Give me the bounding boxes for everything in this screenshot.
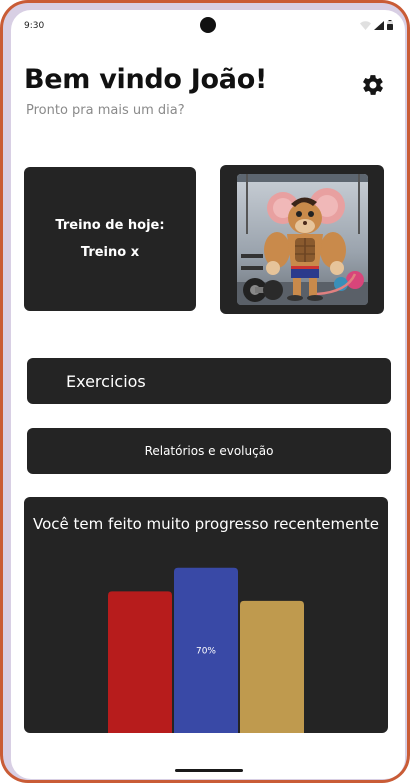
status-time: 9:30 <box>24 21 45 31</box>
reports-button[interactable]: Relatórios e evolução <box>27 428 391 474</box>
today-workout-name: Treino x <box>80 245 140 260</box>
home-indicator[interactable] <box>175 769 243 772</box>
device-bezel: 9:30 Bem vindo João! Pronto pra mais um … <box>3 3 407 780</box>
progress-chart-card: Você tem feito muito progresso recenteme… <box>24 497 388 733</box>
chart-bar-1 <box>108 591 172 733</box>
today-label: Treino de hoje: <box>55 218 165 233</box>
status-icons <box>360 20 393 30</box>
exercises-button[interactable]: Exercicios <box>27 358 391 404</box>
phone-screen: 9:30 Bem vindo João! Pronto pra mais um … <box>11 10 405 779</box>
muscular-mouse-illustration <box>236 174 368 305</box>
signal-icon <box>374 20 384 30</box>
chart-bar-3 <box>240 600 304 733</box>
front-camera <box>200 17 216 33</box>
gear-icon[interactable] <box>361 73 385 97</box>
battery-icon <box>387 20 393 30</box>
status-bar: 9:30 <box>11 10 405 44</box>
device-frame: 9:30 Bem vindo João! Pronto pra mais um … <box>0 0 410 783</box>
avatar-card <box>220 165 384 314</box>
page-title: Bem vindo João! <box>24 64 267 95</box>
chart-data-label-2: 70% <box>196 646 216 656</box>
today-workout-card[interactable]: Treino de hoje: Treino x <box>24 167 196 311</box>
wifi-icon <box>360 20 371 30</box>
page-subtitle: Pronto pra mais um dia? <box>26 103 185 118</box>
progress-bar-chart: 70% <box>108 567 304 733</box>
